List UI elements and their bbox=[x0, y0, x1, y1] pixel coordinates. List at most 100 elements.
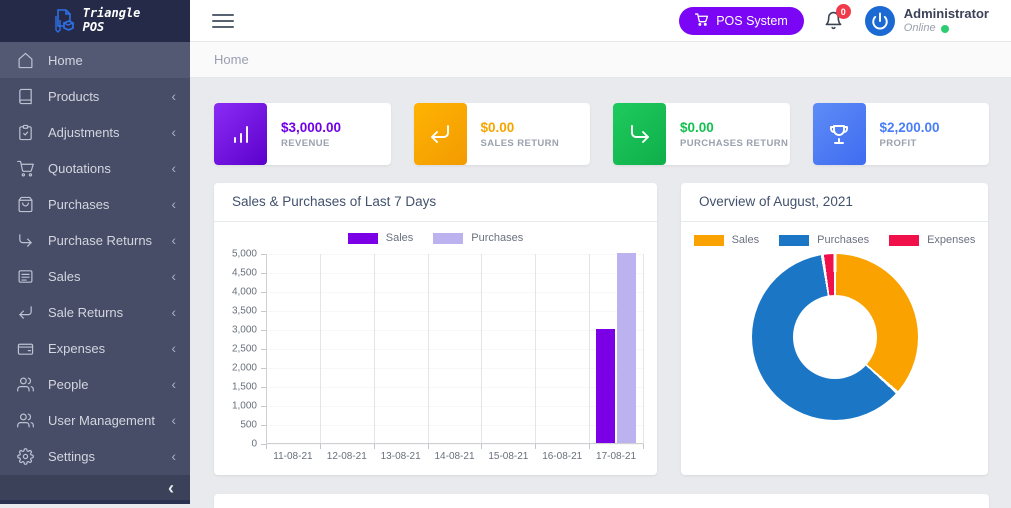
gear-icon bbox=[17, 448, 34, 465]
stat-card-purchases-return: $0.00 PURCHASES RETURN bbox=[613, 103, 790, 165]
sidebar-item-sales[interactable]: Sales‹ bbox=[0, 258, 190, 294]
sidebar-item-products[interactable]: Products‹ bbox=[0, 78, 190, 114]
y-tick-label: 0 bbox=[251, 439, 257, 450]
sidebar-item-home[interactable]: Home bbox=[0, 42, 190, 78]
sidebar-footer: ‹ bbox=[0, 475, 190, 504]
chevron-left-icon: ‹ bbox=[171, 125, 176, 139]
sidebar-item-label: Adjustments bbox=[48, 125, 171, 140]
bar-chart-icon bbox=[214, 103, 267, 165]
user-avatar bbox=[865, 6, 895, 36]
sidebar-item-label: Home bbox=[48, 53, 176, 68]
stat-label: PURCHASES RETURN bbox=[680, 138, 790, 149]
donut-chart-legend: Sales Purchases Expenses bbox=[681, 234, 988, 246]
bar-chart: SalesPurchases 05001,0001,5002,0002,5003… bbox=[214, 222, 657, 475]
sidebar-item-label: Expenses bbox=[48, 341, 171, 356]
bar-purchases-17-08-21 bbox=[617, 253, 636, 443]
legend-item-purchases[interactable]: Purchases bbox=[433, 232, 523, 244]
sales-purchases-chart-card: Sales & Purchases of Last 7 Days Sales Pu… bbox=[214, 183, 657, 475]
sidebar-item-settings[interactable]: Settings‹ bbox=[0, 438, 190, 474]
y-tick-label: 4,500 bbox=[232, 268, 257, 279]
legend-item-expenses[interactable]: Expenses bbox=[889, 234, 975, 246]
legend-label: Purchases bbox=[817, 234, 869, 246]
x-tick-label: 11-08-21 bbox=[273, 451, 312, 462]
app-logo[interactable]: Triangle POS bbox=[0, 0, 190, 42]
user-menu[interactable]: Administrator Online bbox=[865, 6, 989, 36]
menu-toggle-icon[interactable] bbox=[212, 10, 234, 32]
stat-value: $0.00 bbox=[481, 120, 591, 135]
sidebar-item-sale-returns[interactable]: Sale Returns‹ bbox=[0, 294, 190, 330]
chevron-left-icon: ‹ bbox=[171, 449, 176, 463]
sidebar-item-label: Purchase Returns bbox=[48, 233, 171, 248]
y-tick-label: 3,000 bbox=[232, 325, 257, 336]
notifications-bell[interactable]: 0 bbox=[824, 11, 843, 30]
corner-down-right-icon bbox=[613, 103, 666, 165]
corner-down-left-icon bbox=[414, 103, 467, 165]
legend-label: Purchases bbox=[471, 232, 523, 244]
bag-icon bbox=[17, 196, 34, 213]
bar-chart-title: Sales & Purchases of Last 7 Days bbox=[232, 194, 436, 209]
pos-system-button[interactable]: POS System bbox=[679, 7, 804, 35]
legend-swatch bbox=[779, 235, 809, 246]
top-header: POS System 0 Administrator Online bbox=[190, 0, 1011, 42]
x-tick-label: 16-08-21 bbox=[542, 451, 582, 462]
sidebar-item-user-management[interactable]: User Management‹ bbox=[0, 402, 190, 438]
legend-swatch bbox=[433, 233, 463, 244]
y-tick-label: 500 bbox=[240, 420, 257, 431]
chevron-left-icon: ‹ bbox=[171, 341, 176, 355]
corner-down-right-icon bbox=[17, 232, 34, 249]
sidebar-item-purchase-returns[interactable]: Purchase Returns‹ bbox=[0, 222, 190, 258]
legend-item-purchases[interactable]: Purchases bbox=[779, 234, 869, 246]
donut-chart-title: Overview of August, 2021 bbox=[699, 194, 853, 209]
stats-row: $3,000.00REVENUE$0.00SALES RETURN$0.00PU… bbox=[214, 103, 989, 165]
sidebar-collapse-icon[interactable]: ‹ bbox=[168, 479, 174, 497]
bar-sales-17-08-21 bbox=[596, 329, 615, 443]
y-tick-label: 5,000 bbox=[232, 249, 257, 260]
clipboard-icon bbox=[17, 124, 34, 141]
chevron-left-icon: ‹ bbox=[171, 161, 176, 175]
donut-graphic bbox=[752, 254, 918, 420]
breadcrumb[interactable]: Home bbox=[214, 52, 249, 67]
home-icon bbox=[17, 52, 34, 69]
chart-card-header: Overview of August, 2021 bbox=[681, 183, 988, 222]
receipt-icon bbox=[17, 268, 34, 285]
sidebar-item-label: Purchases bbox=[48, 197, 171, 212]
stat-card-sales-return: $0.00SALES RETURN bbox=[414, 103, 591, 165]
legend-swatch bbox=[889, 235, 919, 246]
legend-label: Sales bbox=[732, 234, 760, 246]
sidebar-item-purchases[interactable]: Purchases‹ bbox=[0, 186, 190, 222]
wallet-icon bbox=[17, 340, 34, 357]
y-tick-label: 1,500 bbox=[232, 382, 257, 393]
legend-label: Sales bbox=[386, 232, 414, 244]
main-content: $3,000.00REVENUE$0.00SALES RETURN$0.00PU… bbox=[190, 78, 1011, 504]
bar-chart-x-axis: 11-08-2112-08-2113-08-2114-08-2115-08-21… bbox=[266, 444, 643, 466]
sidebar-item-label: Sale Returns bbox=[48, 305, 171, 320]
legend-item-sales[interactable]: Sales bbox=[694, 234, 760, 246]
sidebar-item-label: Products bbox=[48, 89, 171, 104]
overview-donut-card: Overview of August, 2021 Sales Purchases E… bbox=[681, 183, 988, 475]
x-tick-label: 13-08-21 bbox=[381, 451, 421, 462]
y-tick-label: 1,000 bbox=[232, 401, 257, 412]
stat-card-profit: $2,200.00 PROFIT bbox=[813, 103, 990, 165]
sidebar-item-expenses[interactable]: Expenses‹ bbox=[0, 330, 190, 366]
stat-value: $2,200.00 bbox=[880, 120, 990, 135]
sidebar-item-label: Settings bbox=[48, 449, 171, 464]
sidebar-item-people[interactable]: People‹ bbox=[0, 366, 190, 402]
x-tick-label: 17-08-21 bbox=[596, 451, 636, 462]
stat-label: PROFIT bbox=[880, 138, 990, 149]
sidebar-item-adjustments[interactable]: Adjustments‹ bbox=[0, 114, 190, 150]
breadcrumb-bar: Home bbox=[190, 42, 1011, 78]
y-tick-label: 4,000 bbox=[232, 287, 257, 298]
sidebar-item-quotations[interactable]: Quotations‹ bbox=[0, 150, 190, 186]
chart-card-header: Sales & Purchases of Last 7 Days bbox=[214, 183, 657, 222]
logo-icon bbox=[50, 8, 76, 34]
stat-value: $0.00 bbox=[680, 120, 790, 135]
sidebar-item-label: User Management bbox=[48, 413, 171, 428]
chevron-left-icon: ‹ bbox=[171, 305, 176, 319]
corner-down-left-icon bbox=[17, 304, 34, 321]
legend-item-sales[interactable]: Sales bbox=[348, 232, 414, 244]
bar-chart-legend: Sales Purchases bbox=[214, 232, 657, 244]
y-tick-label: 3,500 bbox=[232, 306, 257, 317]
user-status: Online bbox=[904, 22, 989, 36]
legend-swatch bbox=[348, 233, 378, 244]
stat-label: REVENUE bbox=[281, 138, 391, 149]
